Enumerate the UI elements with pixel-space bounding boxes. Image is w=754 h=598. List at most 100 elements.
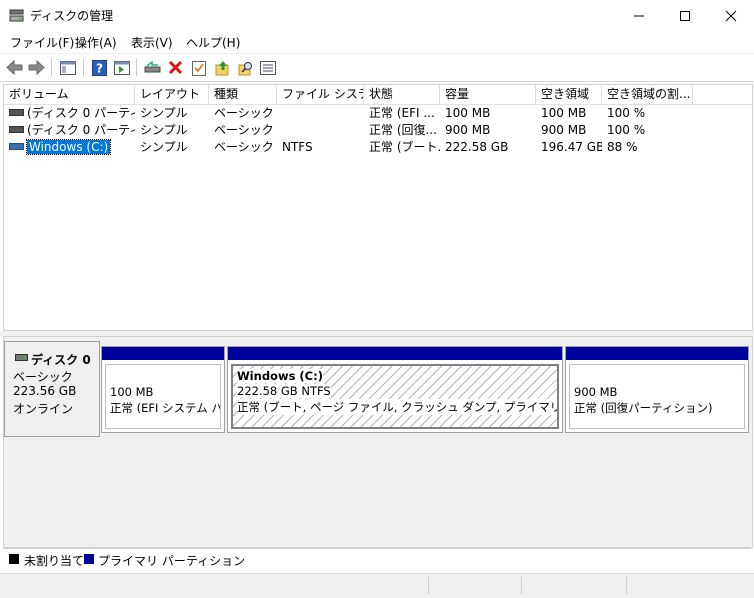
column-header-volume[interactable]: ボリューム (4, 85, 135, 104)
cell-status: 正常 (回復... (369, 123, 437, 137)
cell-layout: シンプル (140, 123, 188, 137)
close-icon (725, 10, 737, 21)
cell-file-system: NTFS (282, 140, 313, 154)
partition-status: 正常 (EFI システム パーテ (110, 401, 220, 415)
volume-icon (9, 143, 24, 150)
cell-type: ベーシック (214, 106, 274, 120)
status-bar-divider (521, 577, 522, 594)
partition-status: 正常 (ブート, ページ ファイル, クラッシュ ダンプ, プライマリ パーティ… (237, 399, 557, 415)
cell-free-space: 196.47 GB (541, 140, 602, 154)
partition-efi[interactable]: 100 MB 正常 (EFI システム パーテ (101, 346, 225, 433)
volume-icon (9, 109, 24, 116)
window-title: ディスクの管理 (30, 9, 114, 23)
cell-status: 正常 (ブート... (369, 140, 440, 154)
volume-icon (9, 126, 24, 133)
legend-swatch-primary (84, 554, 94, 564)
partition-type-bar (102, 347, 224, 360)
column-header-free-percent[interactable]: 空き領域の割... (602, 85, 693, 104)
column-header-layout[interactable]: レイアウト (135, 85, 209, 104)
back-icon (6, 60, 23, 75)
partition-status: 正常 (回復パーティション) (574, 401, 713, 415)
search-button[interactable] (236, 58, 255, 77)
disk-size: 223.56 GB (13, 384, 77, 398)
toolbar-separator (136, 59, 137, 76)
properties-button[interactable] (189, 58, 208, 77)
partition-size: 100 MB (110, 385, 154, 399)
partition-type-bar (228, 347, 562, 360)
cell-free-percent: 88 % (607, 140, 638, 154)
list-button[interactable] (258, 58, 277, 77)
search-icon (238, 61, 252, 75)
disk-graphical-view: ディスク 0 ベーシック 223.56 GB オンライン 100 MB 正常 (… (3, 336, 753, 548)
delete-button[interactable] (166, 58, 185, 77)
connect-disk-button[interactable] (143, 58, 162, 77)
selected-volume-label: Windows (C:) (25, 139, 112, 155)
help-icon: ? (92, 59, 107, 76)
cell-volume: Windows (C:) (4, 139, 135, 156)
minimize-icon (634, 15, 644, 16)
menu-action[interactable]: 操作(A) (75, 34, 117, 51)
minimize-button[interactable] (616, 0, 662, 31)
volume-list: ボリューム レイアウト 種類 ファイル システム 状態 容量 空き領域 空き領域… (3, 84, 753, 331)
maximize-icon (680, 10, 690, 21)
cell-capacity: 222.58 GB (445, 140, 509, 154)
forward-button[interactable] (27, 58, 46, 77)
column-header-file-system[interactable]: ファイル システム (277, 85, 364, 104)
delete-icon (168, 60, 183, 75)
menu-bar: ファイル(F) 操作(A) 表示(V) ヘルプ(H) (0, 31, 754, 54)
menu-help[interactable]: ヘルプ(H) (186, 34, 240, 51)
menu-file[interactable]: ファイル(F) (10, 34, 74, 51)
table-row[interactable]: (ディスク 0 パーティシ... シンプル ベーシック 正常 (EFI ... … (4, 105, 752, 122)
properties-icon (191, 60, 206, 76)
cell-file-system (277, 122, 364, 139)
cell-free-space: 900 MB (541, 123, 587, 137)
cell-layout: シンプル (140, 106, 188, 120)
table-row[interactable]: (ディスク 0 パーティシ... シンプル ベーシック 正常 (回復... 90… (4, 122, 752, 139)
disk-management-app-icon (9, 9, 24, 22)
volume-list-header: ボリューム レイアウト 種類 ファイル システム 状態 容量 空き領域 空き領域… (4, 85, 752, 105)
disk-icon (15, 354, 28, 361)
forward-icon (28, 60, 45, 75)
toolbar: ? (0, 54, 754, 82)
disk-name: ディスク 0 (31, 353, 91, 367)
column-header-status[interactable]: 状態 (364, 85, 440, 104)
close-button[interactable] (708, 0, 754, 31)
toolbar-separator (51, 59, 52, 76)
cell-free-percent: 100 % (607, 106, 646, 120)
list-icon (259, 60, 276, 75)
disk-type: ベーシック (13, 370, 73, 384)
title-bar: ディスクの管理 (0, 0, 754, 31)
status-bar-divider (626, 577, 627, 594)
toolbar-separator (83, 59, 84, 76)
partition-name: Windows (C:) (237, 369, 323, 383)
legend: 未割り当て プライマリ パーティション (3, 548, 751, 569)
cell-layout: シンプル (140, 140, 188, 154)
show-hide-console-tree-button[interactable] (58, 58, 77, 77)
partition-size: 900 MB (574, 385, 618, 399)
column-header-capacity[interactable]: 容量 (440, 85, 536, 104)
table-row[interactable]: Windows (C:) シンプル ベーシック NTFS 正常 (ブート... … (4, 139, 752, 156)
action-pane-button[interactable] (112, 58, 131, 77)
show-hide-console-tree-icon (59, 60, 76, 75)
partition-recovery[interactable]: 900 MB 正常 (回復パーティション) (565, 346, 749, 433)
partition-body-selected: Windows (C:) 222.58 GB NTFS 正常 (ブート, ページ… (231, 364, 559, 429)
cell-type: ベーシック (214, 123, 274, 137)
column-header-type[interactable]: 種類 (209, 85, 277, 104)
refresh-button[interactable] (213, 58, 232, 77)
partition-body: 100 MB 正常 (EFI システム パーテ (105, 364, 221, 429)
cell-type: ベーシック (214, 140, 274, 154)
column-header-free-space[interactable]: 空き領域 (536, 85, 602, 104)
disk-info-panel[interactable]: ディスク 0 ベーシック 223.56 GB オンライン (4, 341, 100, 437)
refresh-icon (215, 60, 228, 75)
partition-body: 900 MB 正常 (回復パーティション) (569, 364, 745, 429)
partition-windows-c[interactable]: Windows (C:) 222.58 GB NTFS 正常 (ブート, ページ… (227, 346, 563, 433)
svg-text:?: ? (96, 61, 103, 75)
disk-status: オンライン (13, 402, 74, 416)
menu-view[interactable]: 表示(V) (131, 34, 173, 51)
maximize-button[interactable] (662, 0, 708, 31)
cell-capacity: 900 MB (445, 123, 491, 137)
help-button[interactable]: ? (90, 58, 109, 77)
cell-free-percent: 100 % (607, 123, 646, 137)
cell-file-system (277, 105, 364, 122)
back-button[interactable] (5, 58, 24, 77)
